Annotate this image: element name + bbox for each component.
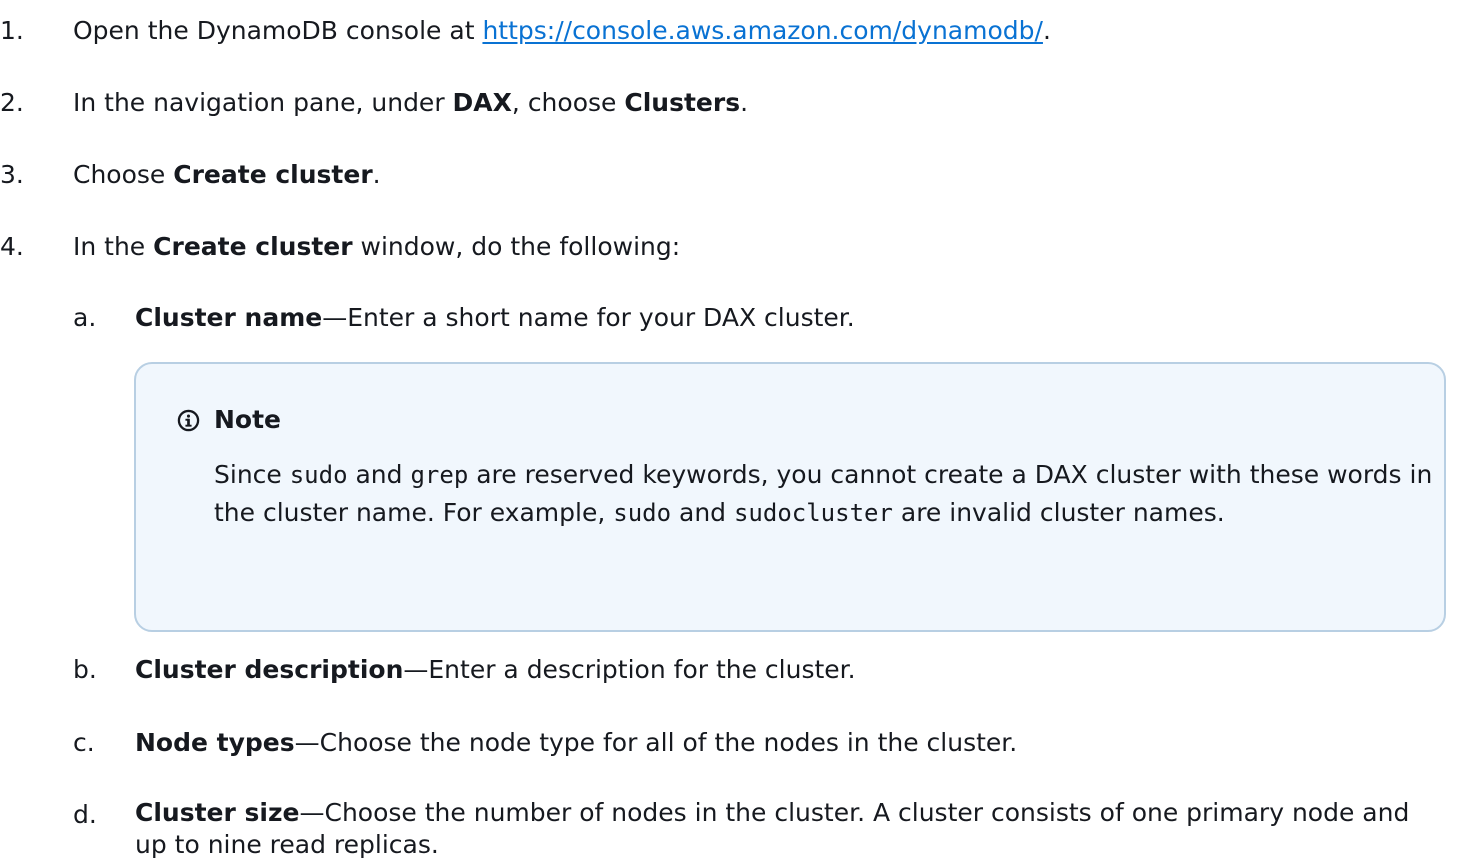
substep-description: —Choose the number of nodes in the clust… [135, 798, 1410, 859]
step-text-prefix: Open the DynamoDB console at [73, 16, 483, 45]
note-text: Since [214, 460, 290, 489]
substep-text: Cluster description—Enter a description … [135, 652, 856, 688]
code-sudocluster: sudocluster [733, 499, 893, 527]
step-text-middle: , choose [511, 88, 625, 117]
code-sudo-example: sudo [613, 499, 672, 527]
substep-description: —Enter a short name for your DAX cluster… [322, 303, 855, 332]
step-text: Open the DynamoDB console at https://con… [73, 13, 1051, 49]
note-callout: Note Since sudo and grep are reserved ke… [134, 362, 1446, 632]
step-number: 1. [0, 16, 24, 45]
step-number: 3. [0, 160, 24, 189]
note-body: Since sudo and grep are reserved keyword… [214, 456, 1434, 532]
step-text-suffix: window, do the following: [352, 232, 681, 261]
step-text-prefix: In the navigation pane, under [73, 88, 453, 117]
info-icon [177, 409, 200, 432]
substep-text: Cluster name—Enter a short name for your… [135, 300, 855, 336]
code-grep: grep [410, 461, 469, 489]
substep-title: Cluster name [135, 303, 323, 332]
substep-text: Node types—Choose the node type for all … [135, 725, 1017, 761]
substep-text: Cluster size—Choose the number of nodes … [135, 797, 1445, 861]
substep-title: Node types [135, 728, 295, 757]
step-number: 2. [0, 88, 24, 117]
substep-letter: b. [73, 655, 97, 684]
create-cluster-label: Create cluster [173, 160, 373, 189]
step-text: Choose Create cluster. [73, 157, 381, 193]
dax-label: DAX [452, 88, 512, 117]
note-title: Note [214, 405, 282, 434]
substep-letter: d. [73, 800, 97, 829]
step-text-prefix: Choose [73, 160, 174, 189]
substep-description: —Enter a description for the cluster. [403, 655, 856, 684]
create-cluster-window-label: Create cluster [153, 232, 353, 261]
substep-title: Cluster description [135, 655, 404, 684]
step-text: In the Create cluster window, do the fol… [73, 229, 680, 265]
note-text: and [671, 498, 734, 527]
code-sudo: sudo [289, 461, 348, 489]
step-text-prefix: In the [73, 232, 154, 261]
substep-letter: c. [73, 728, 95, 757]
step-text-suffix: . [1042, 16, 1051, 45]
procedure-document: 1. Open the DynamoDB console at https://… [0, 0, 1460, 863]
step-number: 4. [0, 232, 24, 261]
step-text-suffix: . [372, 160, 381, 189]
step-text-suffix: . [740, 88, 749, 117]
substep-title: Cluster size [135, 798, 300, 827]
substep-description: —Choose the node type for all of the nod… [294, 728, 1018, 757]
clusters-label: Clusters [624, 88, 741, 117]
note-text: and [347, 460, 411, 489]
note-text: are invalid cluster names. [892, 498, 1225, 527]
step-text: In the navigation pane, under DAX, choos… [73, 85, 748, 121]
dynamodb-console-link[interactable]: https://console.aws.amazon.com/dynamodb/ [482, 16, 1043, 45]
substep-letter: a. [73, 303, 97, 332]
